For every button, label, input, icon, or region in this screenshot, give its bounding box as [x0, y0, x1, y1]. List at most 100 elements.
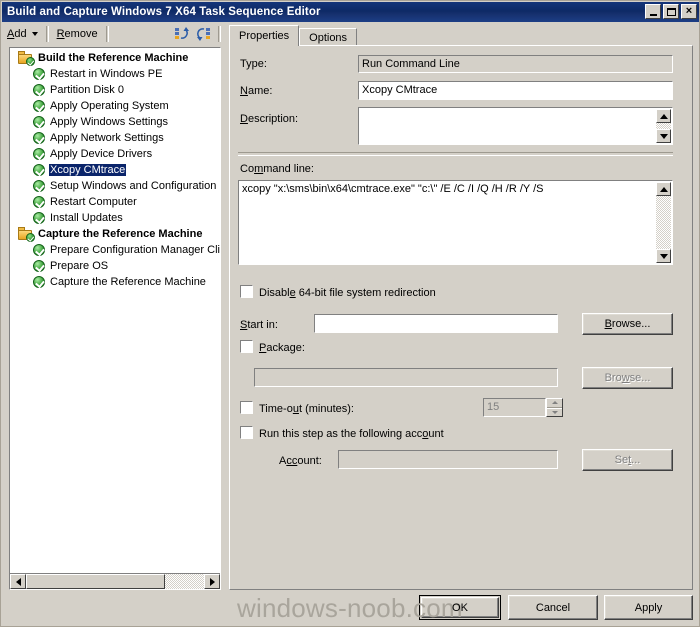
task-sequence-tree[interactable]: Build the Reference Machine Restart in Wi…: [9, 47, 221, 590]
remove-button[interactable]: Remove: [52, 24, 103, 44]
tree-node-label: Restart Computer: [50, 196, 137, 208]
tree-node-label: Install Updates: [50, 212, 123, 224]
tree-node-label: Restart in Windows PE: [50, 68, 163, 80]
toolbar-separator-2: [105, 26, 109, 42]
scroll-down-arrow-icon[interactable]: [656, 249, 671, 263]
command-line-label: Command line:: [240, 163, 314, 175]
command-line-scrollbar[interactable]: [656, 182, 671, 263]
tab-options-label: Options: [309, 31, 348, 44]
package-label: Package:: [259, 342, 305, 354]
tree-node-label: Partition Disk 0: [50, 84, 124, 96]
tree-step-node[interactable]: Apply Windows Settings: [15, 114, 220, 130]
window-title: Build and Capture Windows 7 X64 Task Seq…: [7, 6, 321, 18]
maximize-icon: [666, 7, 676, 16]
tree-node-label: Capture the Reference Machine: [38, 228, 203, 240]
cancel-button[interactable]: Cancel: [508, 595, 598, 620]
scroll-up-arrow-icon[interactable]: [656, 182, 671, 196]
tree-step-node[interactable]: Apply Network Settings: [15, 130, 220, 146]
tree-step-node[interactable]: Partition Disk 0: [15, 82, 220, 98]
tab-properties-label: Properties: [239, 30, 290, 42]
start-in-field[interactable]: [313, 313, 559, 334]
scroll-up-arrow-icon[interactable]: [656, 109, 671, 123]
timeout-label: Time-out (minutes):: [259, 403, 354, 415]
run-as-account-checkbox[interactable]: [239, 425, 254, 440]
timeout-field: 15: [482, 397, 547, 418]
tree-node-list: Build the Reference Machine Restart in Wi…: [10, 50, 220, 290]
tree-step-node[interactable]: Capture the Reference Machine: [15, 274, 220, 290]
tree-step-node[interactable]: Apply Operating System: [15, 98, 220, 114]
tree-step-node[interactable]: Apply Device Drivers: [15, 146, 220, 162]
tree-step-node[interactable]: Setup Windows and Configuration: [15, 178, 220, 194]
green-check-icon: [32, 259, 46, 273]
tree-step-node[interactable]: Xcopy CMtrace: [15, 162, 220, 178]
name-label: Name:: [240, 85, 273, 97]
scroll-right-arrow-icon[interactable]: [204, 574, 220, 589]
start-in-browse-button[interactable]: Browse...: [582, 313, 673, 335]
green-check-icon: [32, 99, 46, 113]
tree-node-label: Capture the Reference Machine: [50, 276, 206, 288]
spinner-down-icon: [547, 407, 562, 417]
tree-step-node[interactable]: Restart in Windows PE: [15, 66, 220, 82]
toolbar: Add Remove: [2, 22, 224, 46]
command-line-field[interactable]: xcopy "x:\sms\bin\x64\cmtrace.exe" "c:\"…: [237, 179, 674, 266]
green-check-icon: [32, 147, 46, 161]
tree-step-node[interactable]: Install Updates: [15, 210, 220, 226]
tab-options[interactable]: Options: [299, 28, 358, 46]
section-divider: [238, 152, 673, 156]
tree-node-label: Build the Reference Machine: [38, 52, 189, 64]
timeout-spinner: [546, 398, 563, 417]
package-checkbox[interactable]: [239, 339, 254, 354]
tree-node-label: Xcopy CMtrace: [49, 164, 127, 176]
green-check-icon: [32, 195, 46, 209]
add-button-label: Add: [7, 28, 27, 40]
tab-strip: Properties Options: [229, 25, 695, 46]
maximize-button[interactable]: [663, 4, 679, 19]
move-down-icon[interactable]: [193, 24, 215, 44]
tree-group-node[interactable]: Capture the Reference Machine: [15, 226, 220, 242]
package-field: [253, 367, 559, 388]
toolbar-separator-3: [218, 26, 221, 42]
folder-check-icon: [18, 51, 35, 66]
description-field[interactable]: [357, 106, 674, 146]
green-check-icon: [32, 275, 46, 289]
green-check-icon: [32, 67, 46, 81]
move-up-icon[interactable]: [171, 24, 193, 44]
scroll-left-arrow-icon[interactable]: [10, 574, 26, 589]
tree-group-node[interactable]: Build the Reference Machine: [15, 50, 220, 66]
tree-scroll-thumb[interactable]: [26, 574, 165, 589]
tab-properties[interactable]: Properties: [229, 25, 300, 46]
green-check-icon: [32, 115, 46, 129]
tree-node-label: Apply Device Drivers: [50, 148, 153, 160]
minimize-button[interactable]: [645, 4, 661, 19]
tree-step-node[interactable]: Prepare OS: [15, 258, 220, 274]
tree-node-label: Prepare Configuration Manager Cli: [50, 244, 220, 256]
minimize-icon: [649, 13, 657, 16]
tree-node-label: Setup Windows and Configuration: [50, 180, 217, 192]
apply-button-label: Apply: [634, 601, 663, 614]
account-set-button: Set...: [582, 449, 673, 471]
close-button[interactable]: ×: [681, 4, 697, 19]
tree-scroll-track[interactable]: [26, 574, 204, 589]
cancel-button-label: Cancel: [535, 601, 571, 614]
description-scrollbar[interactable]: [656, 109, 671, 143]
green-check-icon: [32, 179, 46, 193]
watermark-text: windows-noob.com: [237, 593, 463, 623]
account-set-label: Set...: [614, 454, 641, 466]
name-field[interactable]: Xcopy CMtrace: [357, 80, 674, 101]
ok-button-label: OK: [452, 601, 468, 614]
green-check-icon: [32, 243, 46, 257]
add-button[interactable]: Add: [2, 24, 43, 44]
disable-redirection-checkbox[interactable]: [239, 284, 254, 299]
tree-step-node[interactable]: Prepare Configuration Manager Cli: [15, 242, 220, 258]
scroll-down-arrow-icon[interactable]: [656, 129, 671, 143]
start-in-label: Start in:: [240, 319, 278, 331]
tree-horizontal-scrollbar[interactable]: [10, 573, 220, 589]
disable-redirection-label: Disable 64-bit file system redirection: [259, 287, 436, 299]
tree-step-node[interactable]: Restart Computer: [15, 194, 220, 210]
apply-button[interactable]: Apply: [604, 595, 693, 620]
run-as-account-label: Run this step as the following account: [259, 428, 444, 440]
chevron-down-icon: [31, 32, 38, 36]
green-check-icon: [32, 131, 46, 145]
timeout-checkbox[interactable]: [239, 400, 254, 415]
type-label: Type:: [240, 58, 267, 70]
